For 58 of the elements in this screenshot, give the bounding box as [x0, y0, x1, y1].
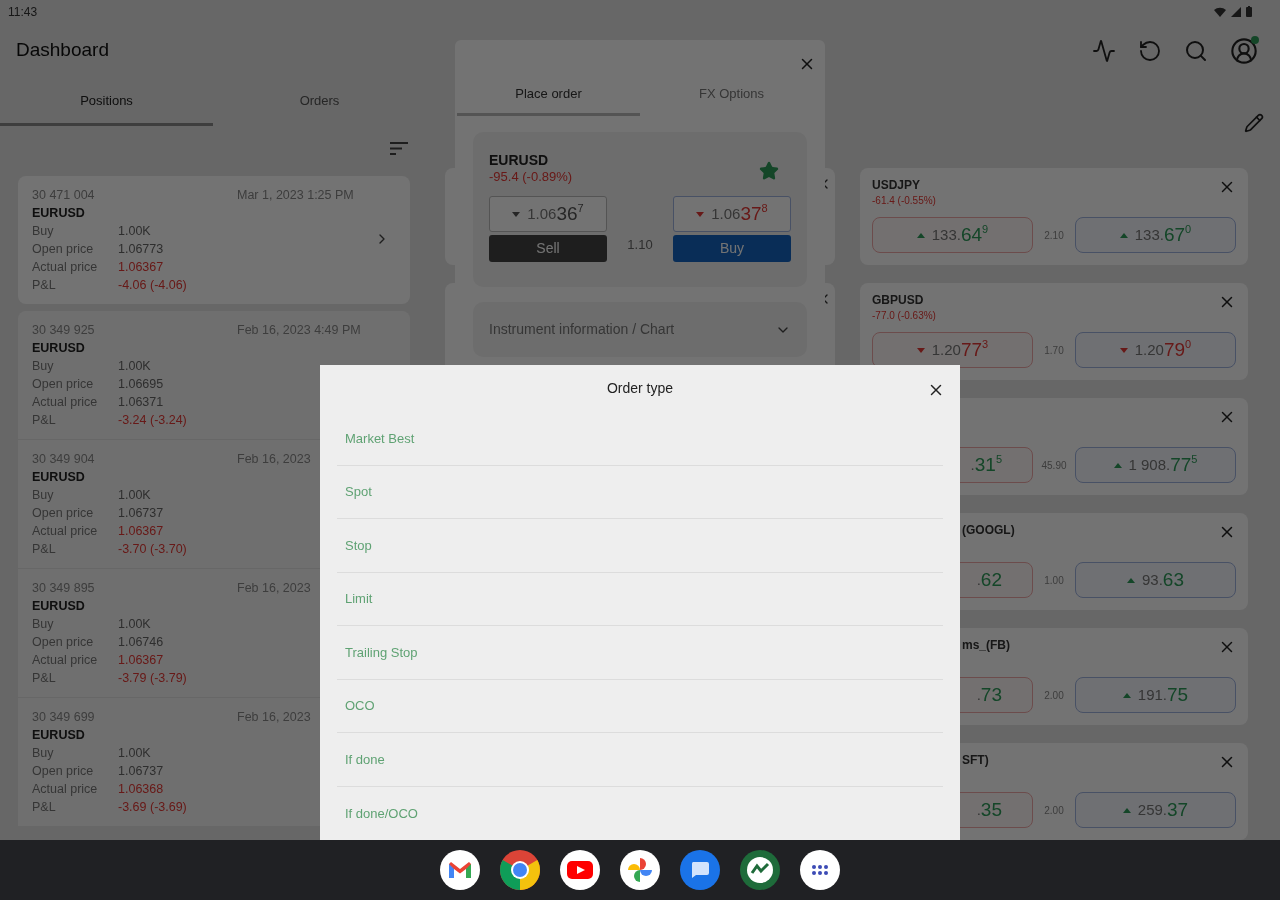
field-value: 1.06737	[118, 763, 164, 780]
instrument-symbol: EURUSD	[32, 206, 85, 220]
field-value: 1.06773	[118, 241, 164, 258]
field-label: Actual price	[32, 259, 99, 276]
instrument-symbol: EURUSD	[32, 599, 85, 613]
field-label: Open price	[32, 241, 95, 258]
field-label: P&L	[32, 799, 57, 816]
field-value: 1.06737	[118, 505, 164, 522]
field-label: Buy	[32, 745, 55, 762]
instrument-symbol: EURUSD	[32, 470, 85, 484]
spread-text: 1.10	[626, 236, 654, 255]
instrument-symbol: EURUSD	[32, 728, 85, 742]
field-label: Buy	[32, 487, 55, 504]
field-label: P&L	[32, 541, 57, 558]
field-value: 1.06368	[118, 781, 164, 798]
field-label: Open price	[32, 763, 95, 780]
price-change: -77.0 (-0.63%)	[872, 309, 936, 322]
field-value: 1.06367	[118, 523, 164, 540]
field-value: 1.06746	[118, 634, 164, 651]
instrument-symbol: (GOOGL)	[962, 522, 1015, 539]
app-title: Dashboard	[16, 39, 109, 61]
field-value: 1.06367	[118, 259, 164, 276]
field-label: Open price	[32, 634, 95, 651]
field-label: Buy	[32, 223, 55, 240]
field-value: 1.06695	[118, 376, 164, 393]
field-value: -3.69 (-3.69)	[118, 799, 187, 816]
field-value: -3.24 (-3.24)	[118, 412, 187, 429]
field-label: Open price	[32, 505, 95, 522]
instrument-symbol: EURUSD	[489, 152, 549, 169]
field-value: 1.00K	[118, 223, 151, 240]
field-value: -3.70 (-3.70)	[118, 541, 187, 558]
field-label: Actual price	[32, 652, 99, 669]
field-value: 1.00K	[118, 745, 151, 762]
field-value: 1.00K	[118, 487, 151, 504]
field-label: Actual price	[32, 781, 99, 798]
field-value: -3.79 (-3.79)	[118, 670, 187, 687]
field-value: 1.06371	[118, 394, 164, 411]
instrument-symbol: SFT)	[962, 752, 989, 769]
instrument-symbol: GBPUSD	[872, 292, 924, 309]
field-label: Open price	[32, 376, 95, 393]
field-value: 1.00K	[118, 358, 151, 375]
field-label: Buy	[32, 616, 55, 633]
status-time: 11:43	[8, 3, 38, 21]
field-label: Buy	[32, 358, 55, 375]
instrument-symbol: ms_(FB)	[962, 637, 1010, 654]
field-value: 1.06367	[118, 652, 164, 669]
field-label: P&L	[32, 670, 57, 687]
field-label: Actual price	[32, 523, 99, 540]
price-change: -95.4 (-0.89%)	[489, 169, 573, 185]
field-label: P&L	[32, 412, 57, 429]
field-value: 1.00K	[118, 616, 151, 633]
field-value: -4.06 (-4.06)	[118, 277, 187, 294]
price-change: -61.4 (-0.55%)	[872, 194, 936, 207]
field-label: Actual price	[32, 394, 99, 411]
instrument-symbol: EURUSD	[32, 341, 85, 355]
dialog-title: Order type	[606, 379, 674, 398]
field-label: P&L	[32, 277, 57, 294]
instrument-symbol: USDJPY	[872, 177, 921, 194]
